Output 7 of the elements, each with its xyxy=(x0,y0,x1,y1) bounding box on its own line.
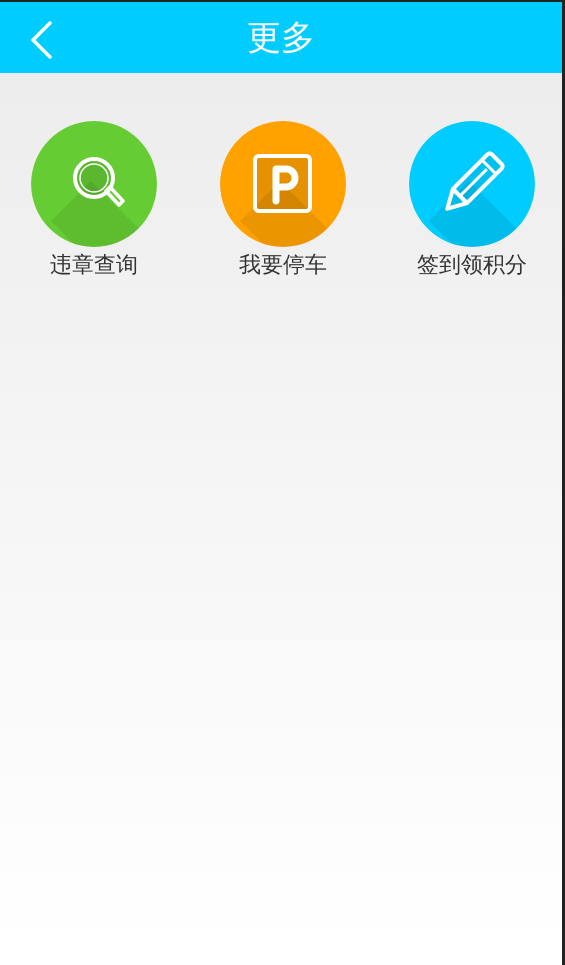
page-title: 更多 xyxy=(247,16,315,60)
pencil-icon[interactable] xyxy=(409,121,535,247)
app-label[interactable]: 签到领积分 xyxy=(417,250,527,280)
parking-icon[interactable] xyxy=(220,121,346,247)
app-label[interactable]: 我要停车 xyxy=(239,250,327,280)
search-icon[interactable] xyxy=(31,121,157,247)
app-label[interactable]: 违章查询 xyxy=(50,250,138,280)
